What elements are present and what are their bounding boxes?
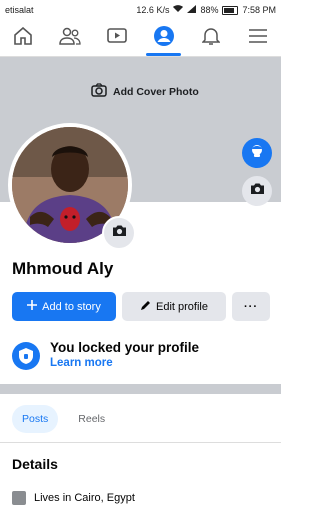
details-heading: Details xyxy=(12,456,58,472)
clock: 7:58 PM xyxy=(242,5,276,15)
nav-friends[interactable] xyxy=(47,20,94,56)
edit-profile-button[interactable]: Edit profile xyxy=(122,292,226,321)
pencil-icon xyxy=(140,300,151,314)
battery-icon xyxy=(222,5,239,15)
section-divider xyxy=(0,384,281,394)
hamburger-icon xyxy=(248,28,267,48)
camera-icon xyxy=(250,182,265,200)
plus-icon xyxy=(27,300,38,313)
locked-profile-notice: You locked your profile Learn more xyxy=(12,340,272,370)
camera-icon xyxy=(112,224,127,242)
edit-profile-label: Edit profile xyxy=(156,300,208,313)
home-icon xyxy=(12,491,26,505)
profile-actions: Add to story Edit profile ··· xyxy=(12,292,270,321)
wifi-icon xyxy=(173,5,184,15)
add-cover-photo-label: Add Cover Photo xyxy=(113,85,199,98)
signal-icon xyxy=(187,5,197,15)
watch-icon xyxy=(107,27,127,50)
cover-camera-button[interactable] xyxy=(242,176,272,206)
network-speed: 12.6 K/s xyxy=(136,5,170,15)
add-cover-photo-button[interactable]: Add Cover Photo xyxy=(91,83,199,100)
more-options-label: ··· xyxy=(244,300,258,313)
home-icon xyxy=(13,26,33,50)
profile-tabs: Posts Reels xyxy=(12,405,115,433)
learn-more-link[interactable]: Learn more xyxy=(50,357,199,369)
profile-icon xyxy=(153,25,175,52)
status-bar: etisalat 12.6 K/s 88% 7:58 PM xyxy=(0,0,281,20)
lives-in-row: Lives in Cairo, Egypt xyxy=(12,491,135,505)
bell-icon xyxy=(200,26,221,51)
lives-in-text: Lives in Cairo, Egypt xyxy=(34,492,135,504)
carrier-label: etisalat xyxy=(5,5,34,15)
locked-title: You locked your profile xyxy=(50,340,200,355)
nav-notifications[interactable] xyxy=(187,20,234,56)
shield-lock-icon xyxy=(12,342,40,370)
nav-profile[interactable] xyxy=(140,20,187,56)
locked-text: You locked your profile Learn more xyxy=(50,340,199,370)
change-profile-picture-button[interactable] xyxy=(102,216,136,250)
tab-reels[interactable]: Reels xyxy=(68,405,115,433)
top-nav xyxy=(0,20,281,57)
battery-percent: 88% xyxy=(200,5,219,15)
add-to-story-button[interactable]: Add to story xyxy=(12,292,116,321)
camera-icon xyxy=(91,83,107,100)
nav-home[interactable] xyxy=(0,20,47,56)
avatar-icon xyxy=(249,143,265,164)
add-to-story-label: Add to story xyxy=(42,300,101,313)
nav-watch[interactable] xyxy=(94,20,141,56)
more-options-button[interactable]: ··· xyxy=(232,292,270,321)
avatar-button[interactable] xyxy=(242,138,272,168)
friends-icon xyxy=(59,27,81,50)
status-right: 12.6 K/s 88% 7:58 PM xyxy=(136,5,276,15)
tab-posts[interactable]: Posts xyxy=(12,405,59,433)
tabs-divider xyxy=(0,442,281,443)
profile-name: Mhmoud Aly xyxy=(12,259,114,278)
nav-menu[interactable] xyxy=(234,20,281,56)
